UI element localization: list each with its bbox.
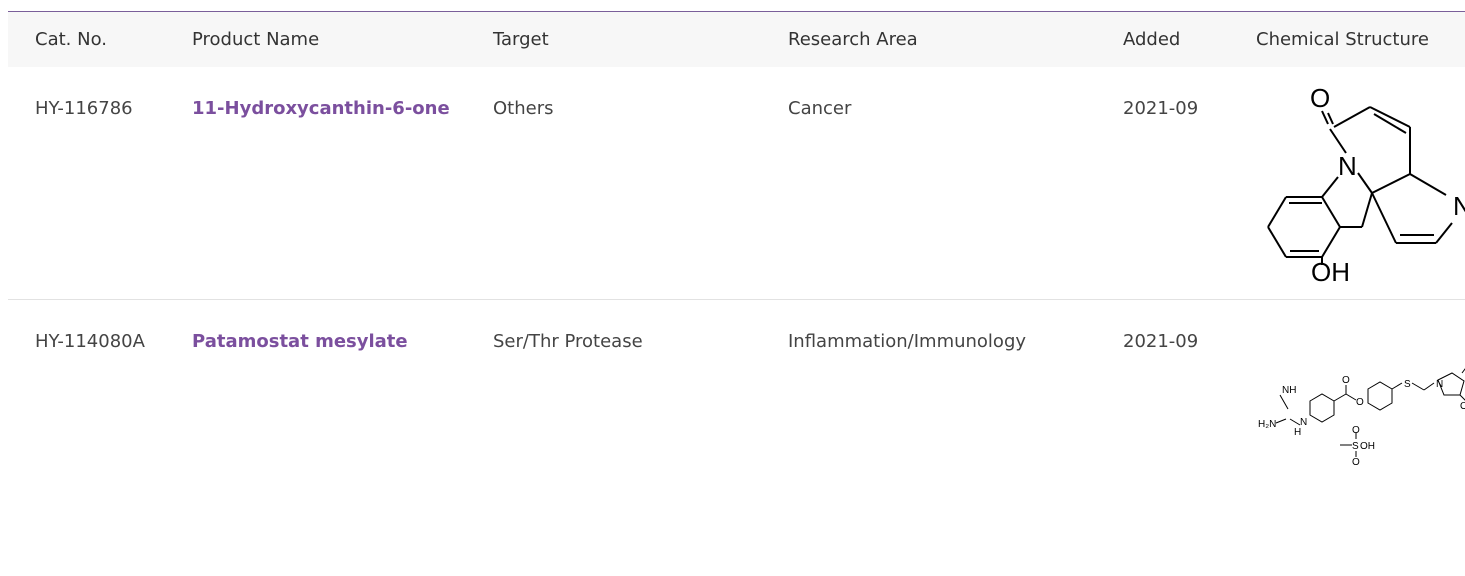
- structure-atom-label: N: [1453, 191, 1465, 221]
- structure-atom-label: S: [1404, 379, 1411, 390]
- table-row: HY-116786 11-Hydroxycanthin-6-one Others…: [8, 67, 1465, 300]
- structure-atom-label: O: [1342, 375, 1350, 386]
- structure-atom-labels: NH H₂N N H O O S N O O S OH O O: [1258, 375, 1465, 468]
- added-cell: 2021-09: [1123, 67, 1256, 300]
- product-table: Cat. No. Product Name Target Research Ar…: [8, 12, 1465, 550]
- product-link[interactable]: Patamostat mesylate: [192, 331, 408, 352]
- structure-cell: O N N OH: [1256, 67, 1465, 300]
- research-area-cell: Inflammation/Immunology: [788, 331, 1027, 352]
- table-header-row: Cat. No. Product Name Target Research Ar…: [8, 12, 1465, 67]
- structure-atom-label: OH: [1360, 441, 1375, 452]
- structure-atom-label: O: [1356, 397, 1364, 408]
- cat-no-cell: HY-116786: [8, 67, 192, 300]
- structure-atom-label: O: [1310, 83, 1330, 113]
- structure-atom-label: O: [1352, 425, 1360, 436]
- added-cell: 2021-09: [1123, 331, 1199, 352]
- cat-no-cell: HY-114080A: [8, 300, 192, 550]
- structure-image-patamostat-mesylate[interactable]: NH H₂N N H O O S N O O S OH O O: [1256, 335, 1465, 505]
- structure-cell: NH H₂N N H O O S N O O S OH O O: [1256, 300, 1465, 550]
- structure-atom-label: H₂N: [1258, 419, 1276, 430]
- product-name-cell: 11-Hydroxycanthin-6-one: [192, 67, 493, 300]
- structure-atom-label: N: [1436, 379, 1443, 390]
- cat-no: HY-114080A: [35, 331, 145, 352]
- header-product-name: Product Name: [192, 29, 320, 50]
- header-cat-no: Cat. No.: [35, 29, 107, 50]
- structure-image-11-hydroxycanthin-6-one[interactable]: O N N OH: [1256, 77, 1465, 289]
- header-research-area: Research Area: [788, 29, 918, 50]
- header-target: Target: [493, 29, 549, 50]
- product-link[interactable]: 11-Hydroxycanthin-6-one: [192, 98, 450, 119]
- research-area-cell: Cancer: [788, 67, 1123, 300]
- structure-atom-label: H: [1294, 427, 1301, 438]
- header-added: Added: [1123, 29, 1181, 50]
- structure-atom-label: NH: [1282, 385, 1296, 396]
- structure-atom-label: S: [1352, 441, 1359, 452]
- structure-atom-label: O: [1460, 401, 1465, 412]
- structure-atom-label: O: [1352, 457, 1360, 468]
- table-row: HY-114080A Patamostat mesylate Ser/Thr P…: [8, 300, 1465, 550]
- cat-no: HY-116786: [35, 98, 133, 119]
- product-name-cell: Patamostat mesylate: [192, 300, 493, 550]
- target-cell: Ser/Thr Protease: [493, 331, 643, 352]
- structure-bonds: [1267, 106, 1453, 265]
- header-chemical-structure: Chemical Structure: [1256, 29, 1429, 50]
- structure-atom-label: OH: [1311, 257, 1350, 287]
- structure-atom-label: N: [1338, 151, 1357, 181]
- target-cell: Others: [493, 67, 788, 300]
